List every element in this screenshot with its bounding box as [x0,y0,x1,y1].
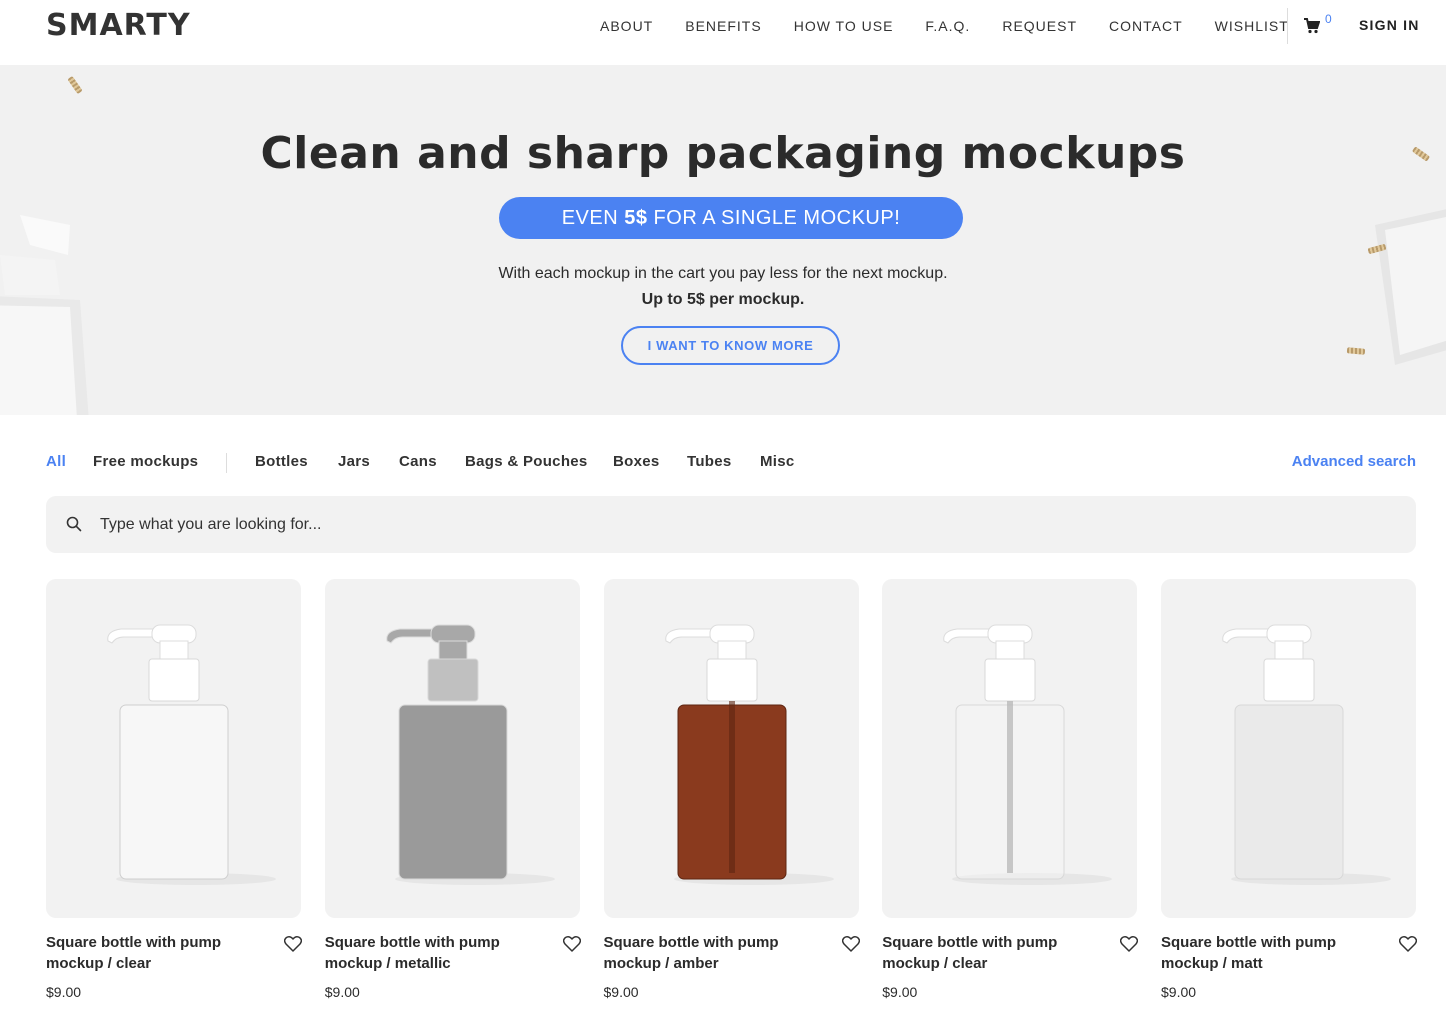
product-title[interactable]: Square bottle with pump mockup / amber [604,932,814,974]
product-title[interactable]: Square bottle with pump mockup / clear [882,932,1092,974]
product-title-line: mockup / matt [1161,955,1263,972]
product-price: $9.00 [324,984,360,1000]
filter-bags-pouches[interactable]: Bags & Pouches [465,453,588,470]
promo-banner: EVEN 5$ FOR A SINGLE MOCKUP! [499,197,963,239]
bottle-illustration [386,624,555,885]
product-price: $9.00 [1161,984,1197,1000]
nav-about[interactable]: ABOUT [600,17,653,35]
site-header: SMARTY ABOUT BENEFITS HOW TO USE F.A.Q. … [0,0,1446,65]
promo-suffix: FOR A SINGLE MOCKUP! [647,207,901,229]
filter-boxes[interactable]: Boxes [613,453,660,470]
wishlist-heart-icon[interactable] [1399,936,1417,952]
filter-all[interactable]: All [46,453,66,470]
wishlist-heart-icon[interactable] [284,936,302,952]
product-title[interactable]: Square bottle with pump mockup / metalli… [325,932,535,974]
product-title-line: Square bottle with pump [1161,934,1336,951]
filter-jars[interactable]: Jars [338,453,370,470]
product-title-line: mockup / metallic [324,955,451,972]
product-price: $9.00 [46,984,82,1000]
decorative-bottle-image [0,215,89,415]
filter-free-mockups[interactable]: Free mockups [93,453,198,470]
wishlist-heart-icon[interactable] [1120,936,1139,952]
product-image[interactable] [324,579,580,918]
nav-divider [1287,8,1288,44]
nav-faq[interactable]: F.A.Q. [925,17,970,35]
cart-count-badge: 0 [1325,12,1332,26]
filter-misc[interactable]: Misc [760,453,795,470]
product-image[interactable] [882,579,1138,918]
product-title-line: mockup / clear [882,955,988,972]
nav-benefits[interactable]: BENEFITS [685,17,761,35]
product-title-line: Square bottle with pump [603,934,779,951]
bottle-illustration [943,624,1113,885]
logo[interactable]: SMARTY [46,8,191,43]
bottle-illustration [1222,624,1391,885]
product-image[interactable] [46,579,301,918]
nav-how-to-use[interactable]: HOW TO USE [794,17,894,35]
cart-icon[interactable] [1304,18,1320,34]
hero-title: Clean and sharp packaging mockups [260,128,1186,179]
filter-divider [226,453,227,473]
decorative-chip [67,75,83,95]
product-image[interactable] [603,579,859,918]
product-title-line: mockup / amber [603,955,719,972]
product-title-line: Square bottle with pump [882,934,1058,951]
hero-description: With each mockup in the cart you pay les… [0,261,1446,313]
promo-price: 5$ [624,207,648,229]
product-title-line: Square bottle with pump [324,934,500,951]
search-icon [66,516,82,532]
promo-prefix: EVEN [561,207,625,229]
filter-bottles[interactable]: Bottles [255,453,308,470]
wishlist-heart-icon[interactable] [562,936,581,952]
bottle-illustration [664,624,834,885]
filter-tubes[interactable]: Tubes [687,453,732,470]
hero-text-line: With each mockup in the cart you pay les… [498,265,948,282]
search-bar [46,496,1416,553]
nav-wishlist[interactable]: WISHLIST [1215,17,1289,35]
hero-text-emphasis: Up to 5$ per mockup. [641,291,805,308]
advanced-search-link[interactable]: Advanced search [1292,453,1416,470]
know-more-button[interactable]: I WANT TO KNOW MORE [621,326,840,365]
product-price: $9.00 [603,984,639,1000]
wishlist-heart-icon[interactable] [841,936,860,952]
hero-banner: Clean and sharp packaging mockups EVEN 5… [0,65,1446,415]
nav-contact[interactable]: CONTACT [1109,17,1183,35]
bottle-illustration [107,624,276,885]
nav-request[interactable]: REQUEST [1002,17,1077,35]
product-title[interactable]: Square bottle with pump mockup / clear [46,932,256,974]
product-title-line: Square bottle with pump [46,934,221,951]
category-filters: All Free mockups Bottles Jars Cans Bags … [46,453,1416,473]
product-title-line: mockup / clear [46,955,152,972]
main-nav: ABOUT BENEFITS HOW TO USE F.A.Q. REQUEST… [600,17,1321,35]
product-title[interactable]: Square bottle with pump mockup / matt [1161,932,1371,974]
sign-in-link[interactable]: SIGN IN [1359,17,1420,33]
filter-cans[interactable]: Cans [399,453,437,470]
product-price: $9.00 [882,984,918,1000]
product-image[interactable] [1161,579,1416,918]
search-input[interactable] [100,510,1380,540]
